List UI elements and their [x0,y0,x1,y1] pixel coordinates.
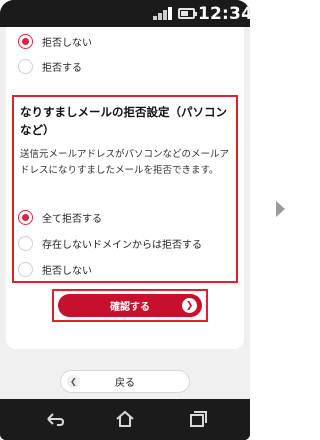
option-label: 拒否しない [42,265,92,277]
confirm-button[interactable]: 確認する ❯ [58,294,202,317]
radio-icon[interactable] [18,261,33,277]
option-label: 存在しないドメインからは拒否する [42,239,202,251]
option-label: 全て拒否する [42,213,102,225]
radio-icon[interactable] [18,235,33,251]
confirm-highlight: 確認する ❯ [52,289,208,322]
nav-bar [0,399,250,440]
option-reject-all[interactable]: 全て拒否する [18,207,102,227]
back-icon[interactable] [44,409,66,429]
status-bar: 12:34 [0,0,250,27]
top-option-label: 拒否する [42,62,82,74]
option-reject-nonexistent-domain[interactable]: 存在しないドメインからは拒否する [18,233,202,253]
battery-icon [178,8,197,19]
top-option-label: 拒否しない [42,37,92,49]
status-time: 12:34 [198,4,250,24]
home-icon[interactable] [114,409,136,429]
section-description: 送信元メールアドレスがパソコンなどのメールアドレスになりすましたメールを拒否でき… [20,149,230,176]
next-step-arrow-icon [276,201,285,217]
top-option-reject[interactable]: 拒否する [18,56,82,76]
radio-icon[interactable] [18,58,33,74]
back-label: 戻る [115,378,135,389]
section-title: なりすましメールの拒否設定（パソコンなど） [20,105,227,137]
top-option-reject-none[interactable]: 拒否しない [18,31,92,51]
signal-icon [153,7,175,20]
settings-card: 拒否しない 拒否する なりすましメールの拒否設定（パソコンなど） 送信元メールア… [6,27,244,349]
option-reject-none[interactable]: 拒否しない [18,259,92,279]
phone-frame: 12:34 拒否しない 拒否する なりすましメールの拒否設定（パソコンなど） 送… [0,0,250,440]
radio-selected-icon[interactable] [18,209,33,225]
confirm-label: 確認する [110,302,150,313]
spoof-section: なりすましメールの拒否設定（パソコンなど） 送信元メールアドレスがパソコンなどの… [12,95,238,283]
radio-selected-icon[interactable] [18,33,33,49]
screen: 拒否しない 拒否する なりすましメールの拒否設定（パソコンなど） 送信元メールア… [0,27,250,399]
recent-apps-icon[interactable] [186,409,208,429]
chevron-left-icon: ❮ [67,375,80,388]
back-button[interactable]: ❮ 戻る [60,370,190,393]
chevron-right-icon: ❯ [182,298,197,313]
